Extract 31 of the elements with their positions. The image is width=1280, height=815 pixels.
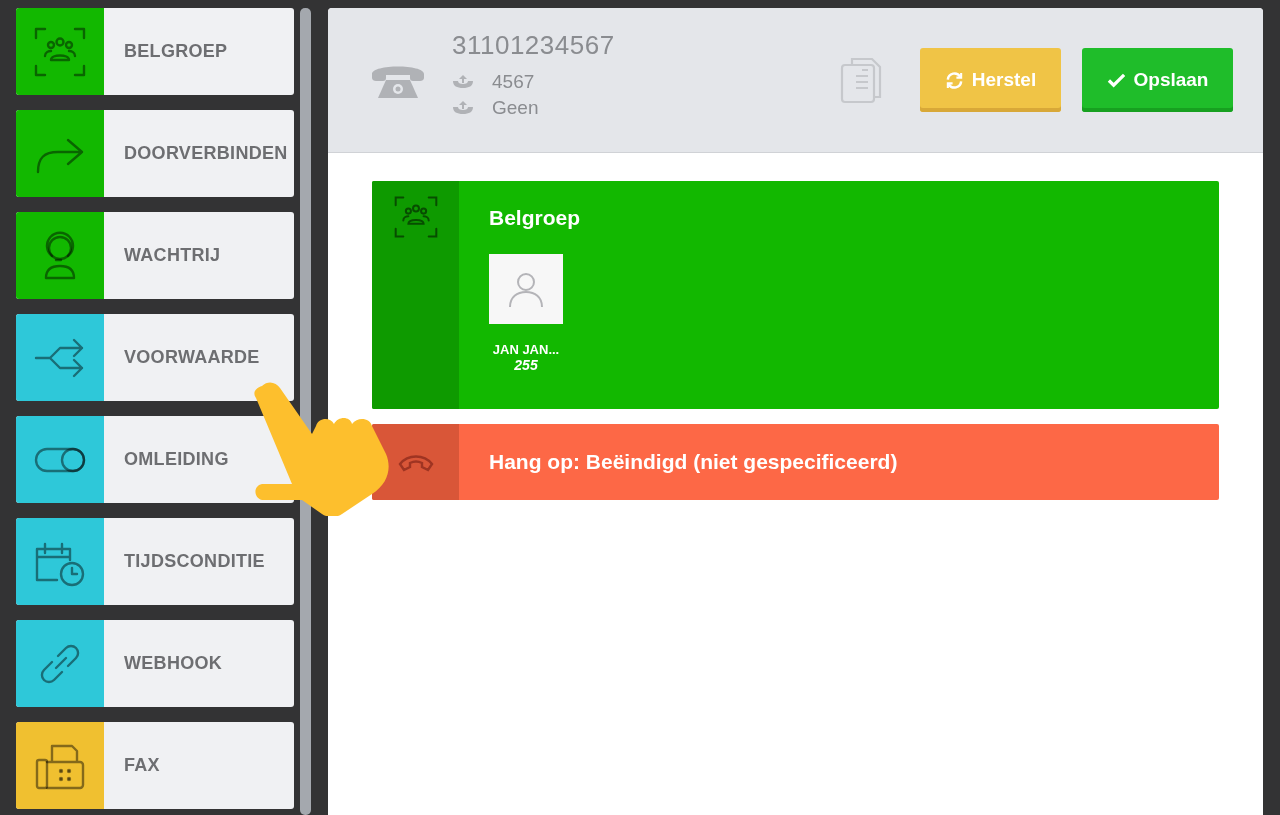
extension-text: 4567 bbox=[492, 70, 535, 93]
node-type-item[interactable]: OMLEIDING bbox=[16, 416, 294, 503]
upload-tray-icon bbox=[452, 74, 474, 89]
node-type-label: WACHTRIJ bbox=[123, 245, 221, 266]
node-type-label: WEBHOOK bbox=[123, 653, 223, 674]
ring-group-block[interactable]: Belgroep JAN JAN... 255 bbox=[372, 181, 1219, 409]
member-name: JAN JAN... bbox=[492, 342, 560, 357]
group-icon bbox=[34, 25, 86, 78]
node-type-item[interactable]: WEBHOOK bbox=[16, 620, 294, 707]
node-type-item[interactable]: VOORWAARDE bbox=[16, 314, 294, 401]
node-type-label: BELGROEP bbox=[123, 41, 228, 62]
node-type-item[interactable]: DOORVERBINDEN bbox=[16, 110, 294, 197]
refresh-icon bbox=[944, 70, 964, 90]
node-type-item[interactable]: BELGROEP bbox=[16, 8, 294, 95]
upload-tray-icon bbox=[452, 100, 474, 115]
node-type-item[interactable]: TIJDSCONDITIE bbox=[16, 518, 294, 605]
node-type-item[interactable]: FAX bbox=[16, 722, 294, 809]
member-extension: 255 bbox=[514, 357, 538, 373]
extension-text: Geen bbox=[492, 96, 539, 119]
save-button[interactable]: Opslaan bbox=[1082, 48, 1233, 112]
node-type-label: DOORVERBINDEN bbox=[123, 143, 288, 164]
node-type-item[interactable]: WACHTRIJ bbox=[16, 212, 294, 299]
node-type-label: VOORWAARDE bbox=[123, 347, 260, 368]
hangup-block[interactable]: Hang op: Beëindigd (niet gespecificeerd) bbox=[372, 424, 1219, 500]
phone-number: 31101234567 bbox=[452, 29, 615, 61]
node-type-label: OMLEIDING bbox=[123, 449, 229, 470]
copy-document-icon[interactable] bbox=[840, 56, 882, 104]
block-title: Hang op: Beëindigd (niet gespecificeerd) bbox=[489, 450, 898, 474]
node-type-label: TIJDSCONDITIE bbox=[123, 551, 265, 572]
block-title: Belgroep bbox=[489, 206, 580, 230]
node-type-label: FAX bbox=[123, 755, 160, 776]
